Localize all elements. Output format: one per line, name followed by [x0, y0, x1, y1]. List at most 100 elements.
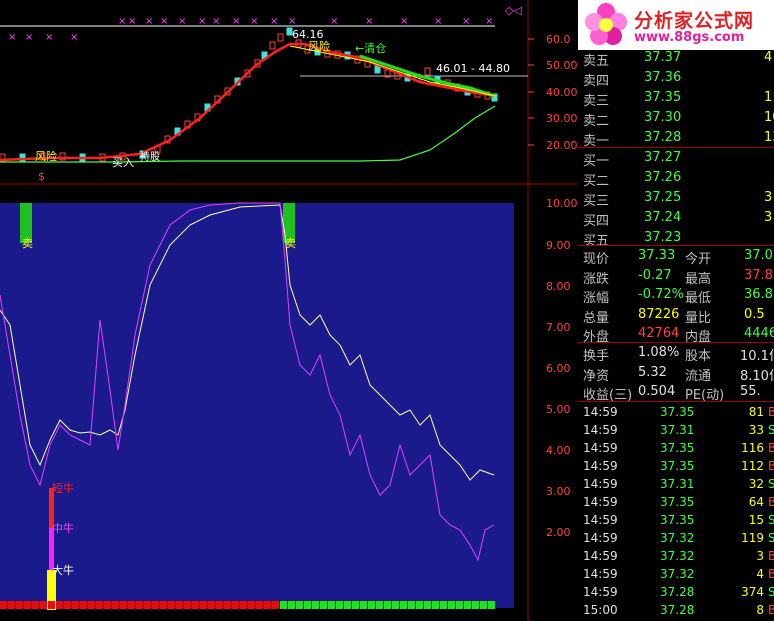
tick-side: S: [768, 513, 774, 527]
sell-level-volume: 13: [764, 130, 774, 145]
trend-cell: [80, 601, 87, 609]
trend-cell: [448, 601, 455, 609]
annotation-clear: ←清仓: [355, 41, 386, 55]
buy-level-row: 买一 37.27: [578, 148, 774, 169]
svg-text:8.00: 8.00: [546, 280, 571, 293]
trend-cell: [152, 601, 159, 609]
quote-label: 涨跌: [583, 271, 610, 287]
tick-volume: 119: [741, 531, 764, 545]
sell-level-volume: 10: [764, 110, 774, 125]
svg-text:×: ×: [25, 32, 33, 43]
trend-cell: [488, 601, 495, 609]
trend-cell: [104, 601, 111, 609]
sell-level-price: 37.35: [644, 90, 682, 105]
sell-level-label: 卖五: [583, 54, 610, 69]
trend-cell: [408, 601, 415, 609]
trend-cell: [168, 601, 175, 609]
tick-volume: 15: [748, 513, 764, 527]
trend-cell: [440, 601, 447, 609]
quote-label: 现价: [583, 252, 610, 267]
sell-label-1: 卖: [22, 237, 33, 250]
logo-title: 分析家公式网: [634, 10, 755, 32]
tick-volume: 33: [748, 423, 764, 437]
svg-text:×: ×: [145, 16, 153, 27]
sell-level-row: 卖五 37.37 4: [578, 48, 774, 69]
quote-row: 涨幅 -0.72% 最低 36.8: [578, 285, 774, 306]
svg-text:6.00: 6.00: [546, 362, 571, 375]
svg-text:5.00: 5.00: [546, 403, 571, 416]
quote-label-2: 今开: [685, 252, 712, 267]
tick-row: 15:00 37.28 8 B: [578, 601, 774, 619]
fund-label: 净资: [583, 368, 610, 384]
sell-level-label: 卖四: [583, 74, 610, 89]
tick-row: 14:59 37.35 64 B: [578, 493, 774, 511]
tick-volume: 116: [741, 441, 764, 455]
trend-cell: [312, 601, 319, 609]
quote-label-2: 量比: [685, 310, 712, 326]
trend-cell: [296, 601, 303, 609]
tick-volume: 81: [748, 405, 764, 419]
buy-level-label: 买一: [583, 154, 610, 169]
trend-cell: [368, 601, 375, 609]
quote-value: 87226: [638, 306, 680, 322]
flower-logo-icon: [585, 3, 627, 45]
tick-time: 14:59: [583, 549, 618, 563]
quote-label: 总量: [583, 310, 610, 326]
svg-text:×: ×: [8, 32, 16, 43]
fund-value: 1.08%: [638, 345, 680, 360]
fund-value-2: 8.10亿: [740, 368, 774, 384]
trend-cell: [96, 601, 103, 609]
trend-cell: [480, 601, 487, 609]
buy-level-volume: 3: [764, 210, 773, 225]
tick-price: 37.35: [660, 495, 695, 509]
fund-row: 换手 1.08% 股本 10.1亿: [578, 343, 774, 364]
diamond-marker: ◇◁: [505, 4, 522, 17]
annotation-hold: 持股: [140, 150, 160, 163]
trend-cell: [272, 601, 279, 609]
trend-cell: [384, 601, 391, 609]
sell-level-price: 37.36: [644, 70, 682, 85]
sell-level-price: 37.30: [644, 110, 682, 125]
upper-candle-chart[interactable]: × × × × × × × × × × × × × × × × × × × × × ◇◁ 64.16 风险 ←…: [0, 0, 578, 185]
tick-side: B: [768, 567, 774, 581]
quote-value: 37.33: [638, 248, 676, 263]
trend-cell: [376, 601, 383, 609]
tick-row: 14:59 37.35 112 B: [578, 457, 774, 475]
trend-cell: [280, 601, 287, 609]
annotation-risk-low: 风险: [35, 149, 57, 163]
svg-text:×: ×: [118, 16, 126, 27]
quote-value-2: 37.8: [744, 267, 773, 283]
sell-level-row: 卖三 37.35 1: [578, 88, 774, 109]
trend-cell: [8, 601, 15, 609]
fund-row: 净资 5.32 流通 8.10亿: [578, 363, 774, 384]
fund-value-2: 10.1亿: [740, 349, 774, 364]
trend-cell: [360, 601, 367, 609]
tick-side: S: [768, 531, 774, 545]
trend-cell: [208, 601, 215, 609]
tick-volume: 112: [741, 459, 764, 473]
trend-cell: [136, 601, 143, 609]
tick-time: 14:59: [583, 531, 618, 545]
quote-label-2: 最高: [685, 271, 712, 287]
trend-cell: [32, 601, 39, 609]
lower-indicator-chart[interactable]: 卖 卖 短牛 中牛 大牛 10.00 9.00 8.00 7.00 6.00 5…: [0, 185, 578, 621]
tick-time: 14:59: [583, 405, 618, 419]
trend-cell: [176, 601, 183, 609]
short-bull-label: 短牛: [52, 481, 74, 495]
buy-level-label: 买二: [583, 174, 610, 189]
trend-cell: [288, 601, 295, 609]
quote-row: 外盘 42764 内盘 4446: [578, 324, 774, 345]
buy-level-row: 买三 37.25 3: [578, 188, 774, 209]
buy-level-price: 37.25: [644, 190, 682, 205]
svg-text:×: ×: [288, 16, 296, 27]
buy-level-price: 37.23: [644, 230, 682, 245]
fund-value: 0.504: [638, 384, 676, 399]
tick-row: 14:59 37.35 15 S: [578, 511, 774, 529]
tick-volume: 32: [748, 477, 764, 491]
svg-text:7.00: 7.00: [546, 321, 571, 334]
svg-text:×: ×: [365, 16, 373, 27]
svg-text:3.00: 3.00: [546, 485, 571, 498]
trend-cell: [400, 601, 407, 609]
trend-cell: [224, 601, 231, 609]
trend-cell: [320, 601, 327, 609]
